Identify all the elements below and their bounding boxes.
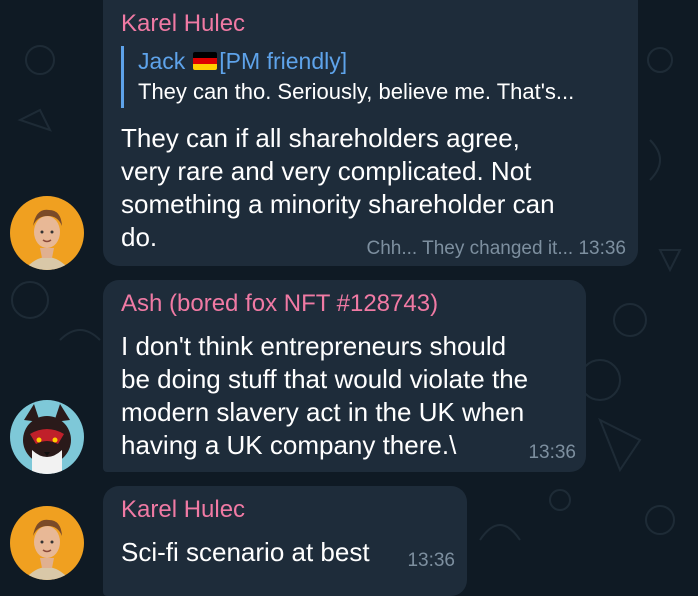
reply-quote[interactable]: Jack [PM friendly] They can tho. Serious… <box>121 46 574 108</box>
message-line: They can if all shareholders agree, <box>121 123 520 153</box>
edited-by-label: Chh... They changed it... <box>366 238 574 259</box>
avatar[interactable] <box>10 400 84 474</box>
reply-sender-suffix: [PM friendly] <box>219 48 348 74</box>
reply-preview-text: They can tho. Seriously, believe me. Tha… <box>138 79 575 104</box>
message-meta: 13:36 <box>407 550 455 572</box>
message-line: very rare and very complicated. Not <box>121 156 532 186</box>
reply-sender-name: Jack <box>138 48 186 74</box>
avatar[interactable] <box>10 506 84 580</box>
message-meta: 13:36 <box>528 442 576 464</box>
message-line: something a minority shareholder can <box>121 189 555 219</box>
message-line: Sci-fi scenario at best <box>121 537 370 567</box>
message-time: 13:36 <box>528 442 576 463</box>
message-bubble[interactable]: Karel Hulec Jack [PM friendly] They can … <box>103 0 638 266</box>
message-bubble[interactable]: Ash (bored fox NFT #128743) I don't thin… <box>103 280 586 472</box>
germany-flag-icon <box>193 52 218 70</box>
message-text: Sci-fi scenario at best <box>121 536 370 569</box>
message-line: having a UK company there.\ <box>121 430 457 460</box>
message-time: 13:36 <box>407 550 455 571</box>
message-line: be doing stuff that would violate the <box>121 364 529 394</box>
sender-name[interactable]: Karel Hulec <box>121 10 245 38</box>
message-time: 13:36 <box>578 238 626 259</box>
message-line: I don't think entrepreneurs should <box>121 331 507 361</box>
message-meta: Chh... They changed it... 13:36 <box>367 238 627 260</box>
message-line: modern slavery act in the UK when <box>121 397 525 427</box>
sender-name[interactable]: Ash (bored fox NFT #128743) <box>121 290 438 318</box>
message-text: I don't think entrepreneurs should be do… <box>121 330 528 462</box>
message-text: They can if all shareholders agree, very… <box>121 122 555 254</box>
avatar[interactable] <box>10 196 84 270</box>
sender-name[interactable]: Karel Hulec <box>121 496 245 524</box>
message-bubble[interactable]: Karel Hulec Sci-fi scenario at best 13:3… <box>103 486 467 596</box>
